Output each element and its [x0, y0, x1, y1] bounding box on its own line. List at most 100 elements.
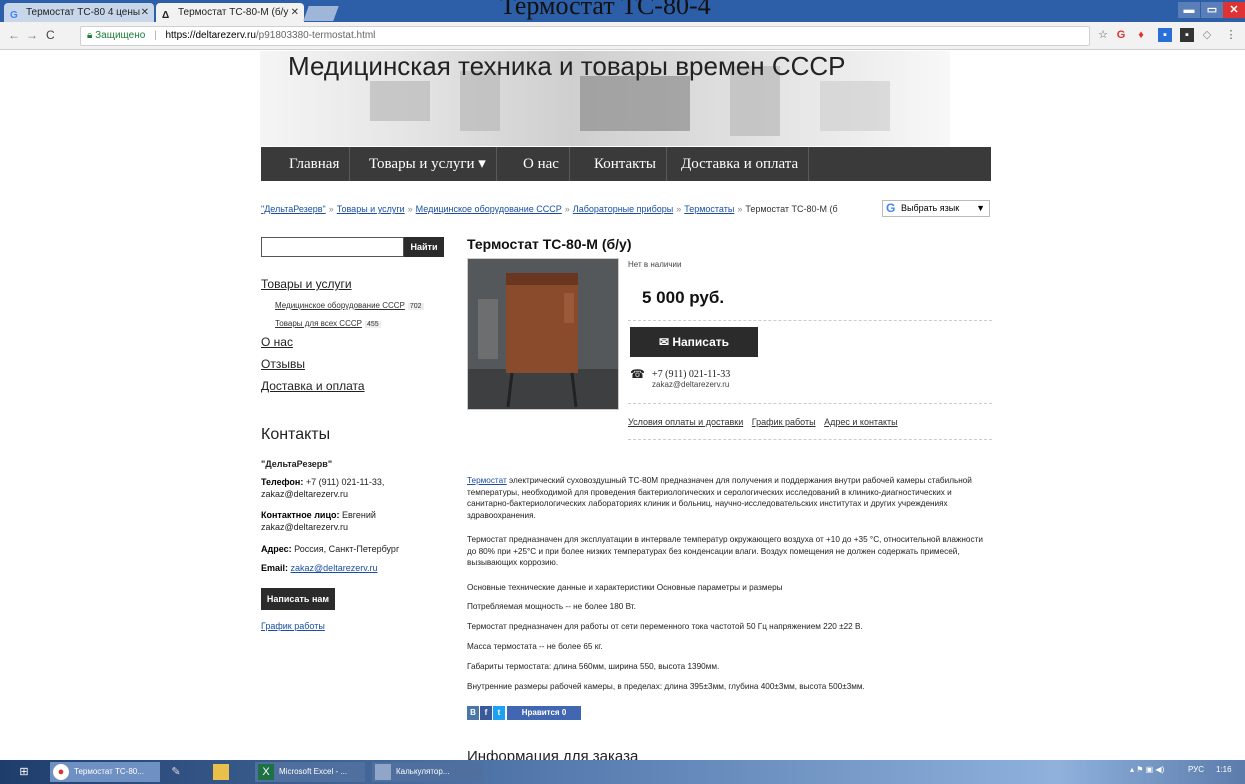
web-page: Медицинская техника и товары времен СССР… [0, 51, 1245, 760]
twitter-share-icon[interactable]: t [493, 706, 505, 720]
breadcrumb-link[interactable]: Товары и услуги [337, 204, 405, 214]
tab-1[interactable]: G Термостат ТС-80 4 цены ✕ [4, 3, 154, 22]
extension-blue-icon[interactable]: ▪ [1158, 28, 1172, 42]
info-links: Условия оплаты и доставки График работы … [628, 417, 904, 427]
payment-delivery-link[interactable]: Условия оплаты и доставки [628, 417, 743, 427]
description-paragraph: Масса термостата -- не более 65 кг. [467, 642, 603, 651]
schedule-link[interactable]: График работы [752, 417, 816, 427]
company-name: "ДельтаРезерв" [261, 459, 333, 469]
close-window-icon[interactable]: ✕ [1223, 2, 1245, 18]
start-button[interactable]: ⊞ [4, 762, 44, 782]
close-tab-icon[interactable]: ✕ [141, 3, 149, 22]
breadcrumb-link[interactable]: "ДельтаРезерв" [261, 204, 326, 214]
breadcrumb-current: Термостат ТС-80-М (б [745, 204, 838, 214]
order-info-heading: Информация для заказа [467, 748, 639, 760]
taskbar-item-calculator[interactable]: Калькулятор... [372, 762, 482, 782]
divider [628, 439, 992, 440]
extension-pin-icon[interactable]: ♦ [1134, 28, 1148, 42]
search-input[interactable] [261, 237, 404, 257]
minimize-window-icon[interactable]: ▬ [1178, 2, 1200, 18]
breadcrumb: "ДельтаРезерв"» Товары и услуги» Медицинск… [261, 204, 838, 214]
taskbar-item-chrome[interactable]: ● Термостат ТС-80... [50, 762, 160, 782]
write-us-button[interactable]: Написать нам [261, 588, 335, 610]
clock[interactable]: 1:16 [1216, 765, 1232, 774]
language-select[interactable]: G Выбрать язык ▼ [882, 200, 990, 217]
description-paragraph: Потребляемая мощность -- не более 180 Вт… [467, 602, 636, 611]
description-paragraph: Термостат предназначен для эксплуатации … [467, 535, 983, 567]
envelope-icon: ✉ [658, 335, 673, 349]
thermostat-photo [468, 259, 618, 409]
address-contacts-link[interactable]: Адрес и контакты [824, 417, 897, 427]
secure-label: Защищено [95, 30, 146, 41]
restore-window-icon[interactable]: ▭ [1201, 2, 1223, 18]
extension-shield-icon[interactable]: ◇ [1200, 28, 1214, 42]
url-host: https://deltarezerv.ru [165, 30, 256, 41]
sidebar-subitem-goods[interactable]: Товары для всех СССР 455 [275, 319, 381, 328]
description-paragraph: Термостат предназначен для работы от сет… [467, 622, 863, 631]
count-badge: 455 [364, 321, 381, 328]
sidebar-item-reviews[interactable]: Отзывы [261, 357, 305, 371]
lock-icon: 🔒︎ [87, 30, 93, 41]
windows-taskbar: ⊞ ● Термостат ТС-80... ✎ X Microsoft Excel… [0, 760, 1245, 784]
facebook-share-icon[interactable]: f [480, 706, 492, 720]
language-select-label: Выбрать язык [901, 203, 960, 213]
reload-icon[interactable]: C [46, 28, 55, 42]
address-toolbar: ← → C 🔒︎ Защищено | https://deltarezerv.… [0, 22, 1245, 50]
close-tab-icon[interactable]: ✕ [291, 3, 299, 22]
like-button[interactable]: Нравится 0 [507, 706, 581, 720]
taskbar-item-excel[interactable]: X Microsoft Excel - ... [255, 762, 365, 782]
breadcrumb-link[interactable]: Медицинское оборудование СССР [416, 204, 562, 214]
main-menu: Главная Товары и услуги ▾ О нас Контакты… [261, 147, 991, 181]
tab-1-label: Термостат ТС-80 4 цены [26, 7, 141, 18]
sidebar-subitem-medical[interactable]: Медицинское оборудование СССР 702 [275, 301, 424, 310]
product-image[interactable] [467, 258, 619, 410]
thermostat-link[interactable]: Термостат [467, 476, 507, 485]
stock-status: Нет в наличии [628, 260, 682, 269]
schedule-link[interactable]: График работы [261, 621, 325, 631]
contact-address: Адрес: Россия, Санкт-Петербург [261, 544, 400, 554]
description-paragraph: Основные технические данные и характерис… [467, 583, 783, 592]
language-indicator[interactable]: РУС [1188, 765, 1204, 774]
menu-item-about[interactable]: О нас [513, 147, 570, 181]
menu-item-delivery[interactable]: Доставка и оплата [671, 147, 810, 181]
taskbar-item-tool[interactable]: ✎ [165, 762, 205, 782]
address-separator: | [154, 30, 157, 41]
back-arrow-icon[interactable]: ← [8, 28, 20, 42]
contact-person: Контактное лицо: Евгений zakaz@deltarezer… [261, 510, 376, 532]
menu-item-contacts[interactable]: Контакты [584, 147, 667, 181]
extension-dark-icon[interactable]: ▪ [1180, 28, 1194, 42]
sidebar-item-delivery[interactable]: Доставка и оплата [261, 379, 365, 393]
bookmark-star-icon[interactable]: ☆ [1096, 28, 1110, 42]
contact-email: Email: zakaz@deltarezerv.ru [261, 563, 378, 573]
menu-item-home[interactable]: Главная [279, 147, 351, 181]
url-field[interactable]: 🔒︎ Защищено | https://deltarezerv.ru/p91… [80, 26, 1090, 46]
product-phone[interactable]: +7 (911) 021-11-33 [652, 369, 730, 380]
sidebar-item-products[interactable]: Товары и услуги [261, 277, 352, 291]
breadcrumb-link[interactable]: Лабораторные приборы [573, 204, 673, 214]
google-favicon-icon: G [10, 10, 18, 21]
vk-share-icon[interactable]: В [467, 706, 479, 720]
breadcrumb-link[interactable]: Термостаты [684, 204, 734, 214]
menu-kebab-icon[interactable]: ⋮ [1224, 28, 1238, 42]
extension-g-icon[interactable]: G [1114, 28, 1128, 42]
tool-icon: ✎ [171, 766, 181, 778]
menu-item-products[interactable]: Товары и услуги ▾ [359, 147, 497, 181]
sidebar-item-about[interactable]: О нас [261, 335, 293, 349]
tab-2-label: Термостат ТС-80-М (б/у [178, 7, 289, 18]
divider [628, 320, 992, 321]
write-button[interactable]: ✉ Написать [630, 327, 758, 357]
product-email[interactable]: zakaz@deltarezerv.ru [652, 380, 729, 389]
search-button[interactable]: Найти [404, 237, 444, 257]
tray-icons[interactable]: ▴ ⚑ ▣ ◀) [1130, 765, 1164, 774]
delta-favicon-icon: Δ [162, 10, 170, 21]
url-path: /p91803380-termostat.html [255, 30, 376, 41]
new-tab-button[interactable] [303, 6, 339, 21]
contacts-heading: Контакты [261, 426, 331, 443]
divider [628, 403, 992, 404]
phone-icon: ☎ [630, 367, 645, 381]
taskbar-item-explorer[interactable] [210, 762, 250, 782]
chevron-down-icon: ▼ [976, 203, 985, 213]
overlay-title: Термостат ТС-80-4 [500, 0, 711, 20]
tab-2[interactable]: Δ Термостат ТС-80-М (б/у ✕ [156, 3, 304, 22]
forward-arrow-icon[interactable]: → [26, 28, 38, 42]
